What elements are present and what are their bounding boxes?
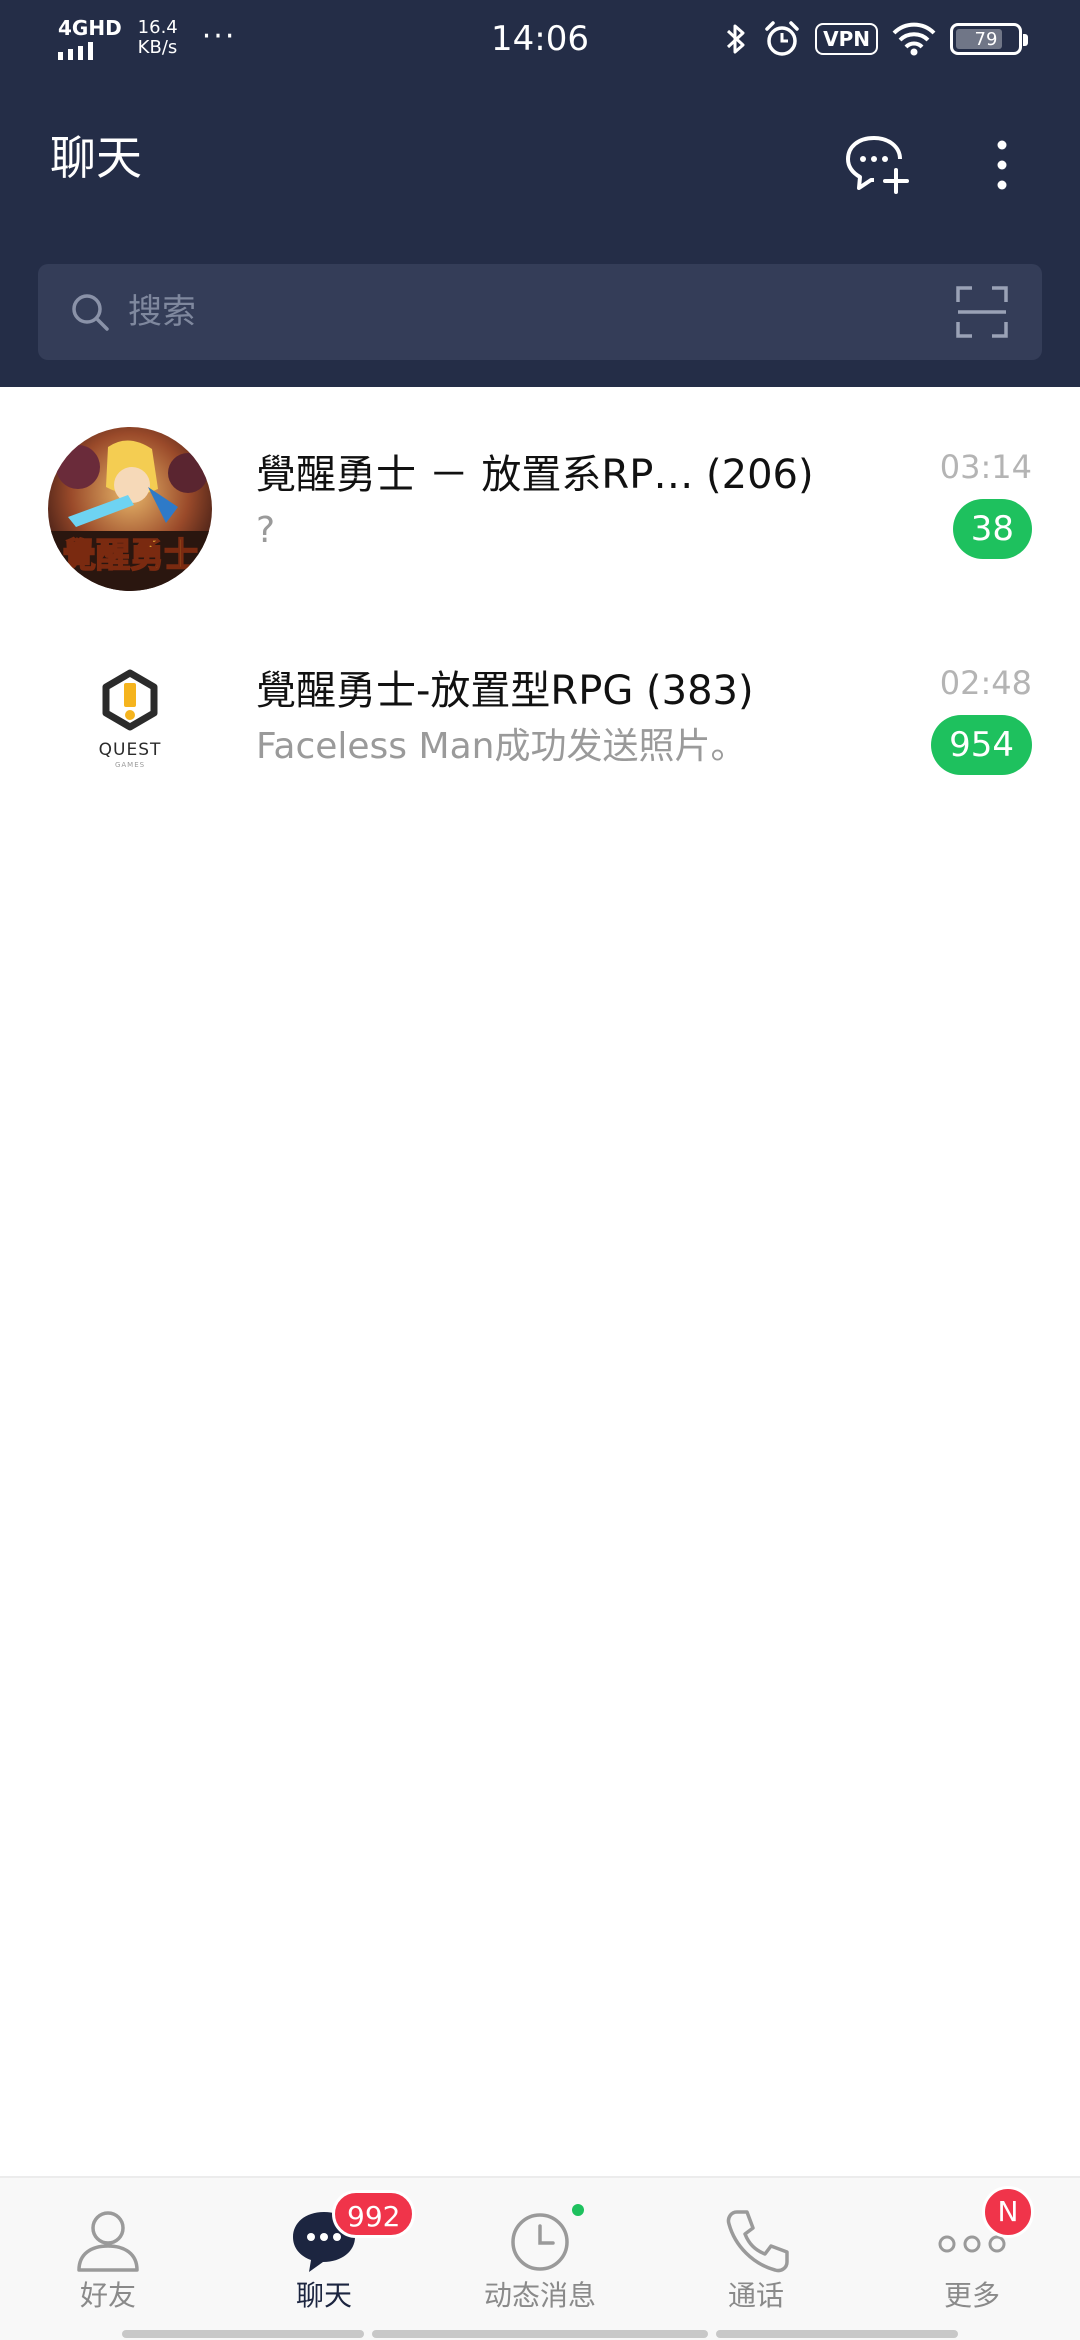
- alarm-icon: [765, 21, 799, 56]
- chat-list-item[interactable]: 覺醒勇士 覺醒勇士 － 放置系RP… (206) ? 03:14 38: [0, 427, 1080, 643]
- gesture-bar-segment: [372, 2330, 708, 2338]
- group-avatar: 覺醒勇士: [48, 427, 212, 591]
- chat-unread-badge: 992: [332, 2190, 416, 2238]
- new-chat-button[interactable]: [842, 130, 912, 196]
- timeline-new-dot: [572, 2204, 584, 2216]
- chat-name: 覺醒勇士 － 放置系RP… (206): [256, 452, 814, 498]
- unread-badge: 954: [931, 715, 1032, 775]
- quest-logo-icon: QUEST GAMES: [99, 669, 162, 769]
- group-avatar-image: 覺醒勇士: [48, 427, 212, 591]
- app-header: 4GHD 16.4 KB/s ··· 14:06 VPN 79 聊天 搜索: [0, 0, 1080, 387]
- nav-item-chat[interactable]: 992 聊天: [216, 2178, 432, 2328]
- chat-time: 02:48: [939, 664, 1032, 702]
- nav-item-label: 聊天: [295, 2279, 352, 2312]
- search-bar[interactable]: [38, 264, 1042, 360]
- group-avatar: QUEST GAMES: [48, 643, 212, 807]
- search-input[interactable]: [128, 284, 928, 340]
- bottom-navigation: 好友 992 聊天 动态消息 通话 N 更多: [0, 2176, 1080, 2340]
- battery-level: 79: [974, 28, 998, 50]
- timeline-icon: [511, 2213, 569, 2271]
- gesture-bar-segment: [716, 2330, 958, 2338]
- status-right: VPN 79: [723, 20, 1028, 58]
- search-icon: [72, 294, 109, 331]
- group-avatar-text: 覺醒勇士: [62, 536, 198, 576]
- more-new-badge: N: [982, 2186, 1034, 2238]
- battery-icon: 79: [950, 23, 1028, 55]
- gesture-bar-segment: [122, 2330, 364, 2338]
- nav-item-timeline[interactable]: 动态消息: [432, 2178, 648, 2328]
- quest-logo-subtext: GAMES: [115, 761, 145, 769]
- nav-item-label: 更多: [943, 2279, 1000, 2312]
- unread-badge: 38: [952, 499, 1032, 559]
- nav-item-label: 通话: [727, 2279, 784, 2312]
- more-options-button[interactable]: [980, 135, 1024, 195]
- chat-preview: Faceless Man成功发送照片。: [256, 726, 747, 767]
- new-chat-icon: [846, 136, 909, 194]
- chat-time: 03:14: [939, 448, 1032, 486]
- page-title: 聊天: [50, 131, 142, 185]
- scan-icon[interactable]: [956, 286, 1008, 338]
- bluetooth-icon: [727, 24, 745, 54]
- chat-preview: ?: [256, 510, 276, 551]
- nav-item-label: 动态消息: [483, 2279, 596, 2312]
- status-bar: 4GHD 16.4 KB/s ··· 14:06 VPN 79: [0, 0, 1080, 80]
- more-vert-icon: [997, 140, 1007, 190]
- nav-item-label: 好友: [79, 2279, 136, 2312]
- nav-item-friends[interactable]: 好友: [0, 2178, 216, 2328]
- wifi-icon: [892, 22, 936, 56]
- nav-item-calls[interactable]: 通话: [648, 2178, 864, 2328]
- friends-icon: [77, 2211, 139, 2272]
- phone-icon: [726, 2210, 789, 2273]
- nav-item-more[interactable]: N 更多: [864, 2178, 1080, 2328]
- quest-logo-text: QUEST: [99, 740, 162, 760]
- vpn-icon: VPN: [815, 23, 878, 55]
- chat-name: 覺醒勇士-放置型RPG (383): [256, 668, 754, 714]
- chat-list-item[interactable]: QUEST GAMES 覺醒勇士-放置型RPG (383) Faceless M…: [0, 643, 1080, 859]
